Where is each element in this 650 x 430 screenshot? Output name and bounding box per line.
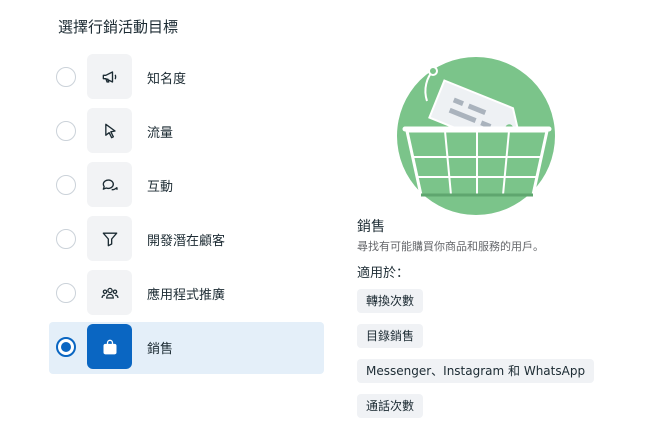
objective-radio-selected[interactable]	[56, 337, 76, 357]
applies-to-label: 適用於：	[357, 266, 410, 281]
objective-app-promotion[interactable]: 應用程式推廣	[49, 268, 324, 320]
funnel-icon	[87, 216, 132, 261]
megaphone-icon	[87, 54, 132, 99]
objective-radio[interactable]	[56, 229, 76, 249]
objective-label: 知名度	[147, 72, 187, 87]
detail-description: 尋找有可能購買你商品和服務的用戶。	[357, 240, 544, 253]
objective-leads[interactable]: 開發潛在顧客	[49, 214, 324, 266]
section-title: 選擇行銷活動目標	[58, 18, 179, 36]
objective-traffic[interactable]: 流量	[49, 106, 324, 158]
people-icon	[87, 270, 132, 315]
cursor-icon	[87, 108, 132, 153]
chat-bubbles-icon	[87, 162, 132, 207]
objective-radio[interactable]	[56, 67, 76, 87]
tag-calls: 通話次數	[357, 394, 424, 418]
objective-label: 應用程式推廣	[147, 288, 226, 303]
objective-label: 開發潛在顧客	[147, 234, 226, 249]
objective-label: 銷售	[147, 342, 174, 357]
objective-sales[interactable]: 銷售	[49, 322, 324, 374]
detail-title: 銷售	[357, 219, 385, 235]
objective-radio[interactable]	[56, 175, 76, 195]
objective-radio[interactable]	[56, 283, 76, 303]
objective-awareness[interactable]: 知名度	[49, 52, 324, 104]
objective-label: 互動	[147, 180, 174, 195]
objective-radio[interactable]	[56, 121, 76, 141]
shopping-bag-icon	[87, 324, 132, 369]
sales-illustration	[397, 57, 555, 215]
tag-catalog-sales: 目錄銷售	[357, 324, 424, 348]
tag-messaging-apps: Messenger、Instagram 和 WhatsApp	[357, 359, 595, 383]
objective-label: 流量	[147, 126, 174, 141]
objective-selector: 選擇行銷活動目標 知名度 流量 互動 開發潛在顧客 應用程式推廣 銷售 銷售 尋…	[0, 0, 650, 430]
tag-conversions: 轉換次數	[357, 289, 424, 313]
objective-engagement[interactable]: 互動	[49, 160, 324, 212]
